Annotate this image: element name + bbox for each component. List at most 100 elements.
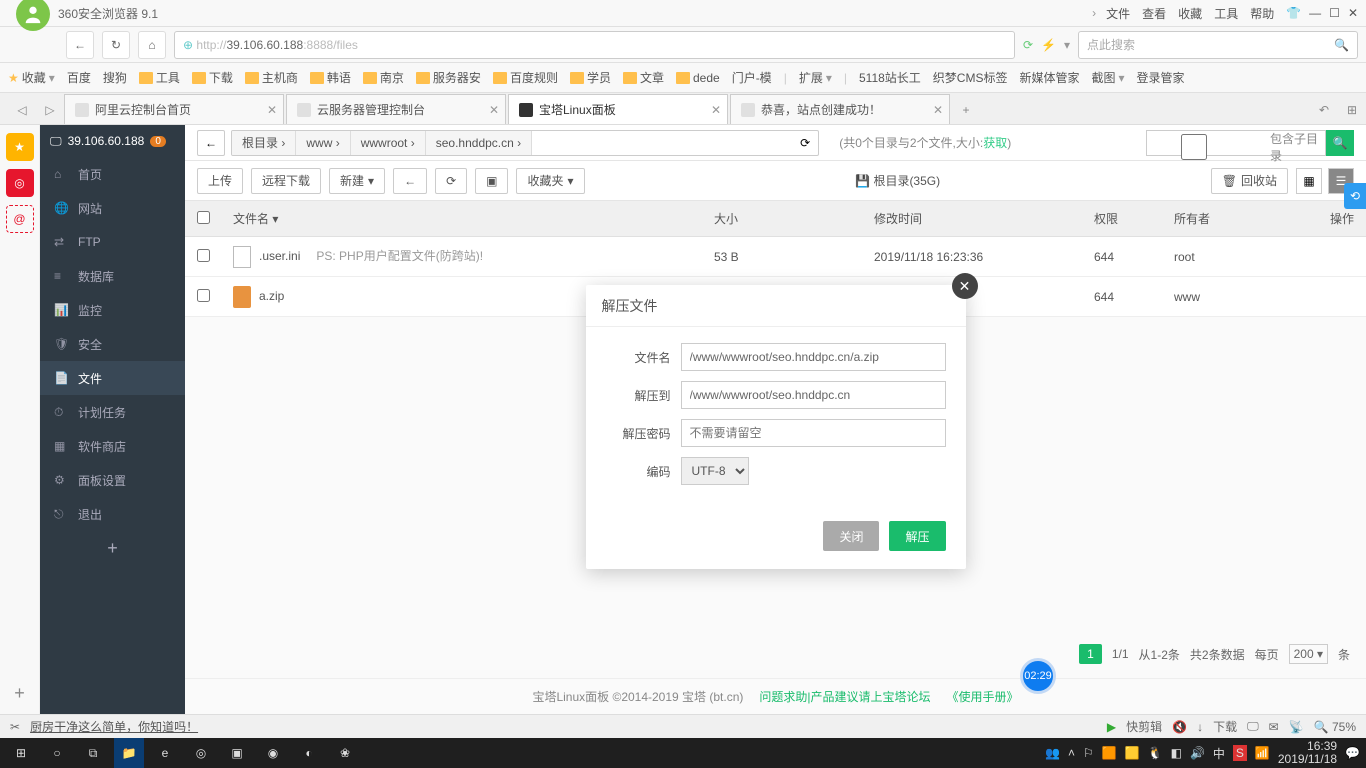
- sidebar-item-logout[interactable]: ⎋退出: [40, 497, 185, 531]
- tab-menu[interactable]: ⊞: [1338, 96, 1366, 124]
- extract-to-input[interactable]: [681, 381, 946, 409]
- bookmark-item[interactable]: 搜狗: [103, 69, 127, 86]
- status-hotlink[interactable]: 厨房干净这么简单，你知道吗！: [30, 718, 198, 735]
- cortana-icon[interactable]: ○: [42, 738, 72, 768]
- broadcast-icon[interactable]: 📡: [1289, 720, 1304, 734]
- cancel-button[interactable]: 关闭: [823, 521, 879, 551]
- menu-view[interactable]: 查看: [1142, 5, 1166, 22]
- maximize-icon[interactable]: ☐: [1329, 6, 1340, 20]
- sidebar-item-ftp[interactable]: ⇄FTP: [40, 225, 185, 259]
- password-input[interactable]: [681, 419, 946, 447]
- minimize-icon[interactable]: —: [1309, 6, 1321, 20]
- tab-next[interactable]: ▷: [36, 96, 64, 124]
- bookmark-item[interactable]: 百度规则: [493, 69, 558, 86]
- taskview-icon[interactable]: ⧉: [78, 738, 108, 768]
- bookmark-item[interactable]: ★收藏▾: [8, 69, 55, 86]
- rail-add[interactable]: +: [14, 683, 25, 704]
- close-icon[interactable]: ✕: [933, 103, 943, 117]
- bookmark-item[interactable]: 截图▾: [1091, 69, 1124, 86]
- tab-add-button[interactable]: +: [952, 96, 980, 124]
- close-icon[interactable]: ✕: [711, 103, 721, 117]
- bolt-icon[interactable]: ⚡: [1041, 38, 1056, 52]
- mail-icon[interactable]: ✉: [1269, 720, 1279, 734]
- tray-icon[interactable]: 🐧: [1148, 746, 1163, 760]
- menu-fav[interactable]: 收藏: [1178, 5, 1202, 22]
- sidebar-item-db[interactable]: ≡数据库: [40, 259, 185, 293]
- status-cut[interactable]: 快剪辑: [1126, 718, 1162, 735]
- search-icon[interactable]: 🔍: [1334, 38, 1349, 52]
- skin-icon[interactable]: 👕: [1286, 6, 1301, 20]
- download-icon[interactable]: ↓: [1197, 720, 1203, 734]
- sidebar-ip[interactable]: 🖵 39.106.60.188 0: [40, 125, 185, 157]
- bookmark-item[interactable]: 登录管家: [1137, 69, 1185, 86]
- tab[interactable]: 恭喜，站点创建成功！✕: [730, 94, 950, 124]
- close-icon[interactable]: ✕: [1348, 6, 1358, 20]
- bookmark-item[interactable]: 学员: [570, 69, 611, 86]
- sidebar-item-security[interactable]: 🛡安全: [40, 327, 185, 361]
- extract-button[interactable]: 解压: [889, 521, 945, 551]
- menu-help[interactable]: 帮助: [1250, 5, 1274, 22]
- home-button[interactable]: ⌂: [138, 31, 166, 59]
- tab-prev[interactable]: ◁: [8, 96, 36, 124]
- tab-active[interactable]: 宝塔Linux面板✕: [508, 94, 728, 124]
- rail-at[interactable]: @: [6, 205, 34, 233]
- encoding-select[interactable]: UTF-8: [681, 457, 749, 485]
- task-explorer[interactable]: 📁: [114, 738, 144, 768]
- task-app4[interactable]: ❀: [330, 738, 360, 768]
- bookmark-item[interactable]: 文章: [623, 69, 664, 86]
- play-icon[interactable]: ▶: [1107, 720, 1116, 734]
- task-app3[interactable]: ◐: [294, 738, 324, 768]
- bookmark-item[interactable]: 织梦CMS标签: [933, 69, 1008, 86]
- dropdown-icon[interactable]: ▾: [1064, 38, 1070, 52]
- bookmark-item[interactable]: dede: [676, 71, 720, 85]
- task-app2[interactable]: ◉: [258, 738, 288, 768]
- menu-tools[interactable]: 工具: [1214, 5, 1238, 22]
- chevron-icon[interactable]: ›: [1092, 6, 1096, 20]
- bookmark-item[interactable]: 工具: [139, 69, 180, 86]
- sidebar-item-soft[interactable]: ▦软件商店: [40, 429, 185, 463]
- rail-weibo[interactable]: ◎: [6, 169, 34, 197]
- tray-icon[interactable]: 🟨: [1125, 746, 1140, 760]
- close-icon[interactable]: ✕: [267, 103, 277, 117]
- tray-icon[interactable]: ◧: [1171, 746, 1182, 760]
- sidebar-item-monitor[interactable]: 📊监控: [40, 293, 185, 327]
- bookmark-item[interactable]: 百度: [67, 69, 91, 86]
- bookmark-item[interactable]: 服务器安: [416, 69, 481, 86]
- zoom-level[interactable]: 75%: [1332, 720, 1356, 734]
- sidebar-item-cron[interactable]: ⏱计划任务: [40, 395, 185, 429]
- reload-button[interactable]: ↻: [102, 31, 130, 59]
- rail-favorites[interactable]: ★: [6, 133, 34, 161]
- start-button[interactable]: ⊞: [6, 738, 36, 768]
- timer-badge[interactable]: 02:29: [1020, 658, 1056, 694]
- tab[interactable]: 云服务器管理控制台✕: [286, 94, 506, 124]
- sidebar-add[interactable]: +: [40, 531, 185, 565]
- tab-undo[interactable]: ↶: [1310, 96, 1338, 124]
- file-name-input[interactable]: [681, 343, 946, 371]
- task-edge[interactable]: e: [150, 738, 180, 768]
- clock[interactable]: 16:39 2019/11/18: [1278, 740, 1337, 766]
- bookmark-item[interactable]: 主机商: [245, 69, 298, 86]
- refresh-icon[interactable]: ⟳: [1023, 38, 1033, 52]
- bookmark-item[interactable]: 5118站长工: [859, 69, 921, 86]
- task-app[interactable]: ▣: [222, 738, 252, 768]
- ime-icon[interactable]: 中: [1213, 745, 1225, 762]
- wifi-icon[interactable]: 📶: [1255, 746, 1270, 760]
- bookmark-item[interactable]: 韩语: [310, 69, 351, 86]
- bookmark-item[interactable]: 门户-模: [732, 69, 772, 86]
- tray-icon[interactable]: 🟧: [1102, 746, 1117, 760]
- modal-close-button[interactable]: ✕: [952, 273, 978, 299]
- back-button[interactable]: ←: [66, 31, 94, 59]
- task-360[interactable]: ◎: [186, 738, 216, 768]
- tab[interactable]: 阿里云控制台首页✕: [64, 94, 284, 124]
- sidebar-item-settings[interactable]: ⚙面板设置: [40, 463, 185, 497]
- volume-icon[interactable]: 🔊: [1190, 746, 1205, 760]
- close-icon[interactable]: ✕: [489, 103, 499, 117]
- flag-icon[interactable]: ⚐: [1083, 746, 1094, 760]
- tray-up-icon[interactable]: ˄: [1068, 746, 1075, 760]
- sidebar-item-home[interactable]: ⌂首页: [40, 157, 185, 191]
- tray-icon[interactable]: S: [1233, 745, 1247, 761]
- status-download[interactable]: 下载: [1213, 718, 1237, 735]
- mute-icon[interactable]: 🔇: [1172, 720, 1187, 734]
- pc-icon[interactable]: 🖵: [1247, 719, 1259, 734]
- menu-file[interactable]: 文件: [1106, 5, 1130, 22]
